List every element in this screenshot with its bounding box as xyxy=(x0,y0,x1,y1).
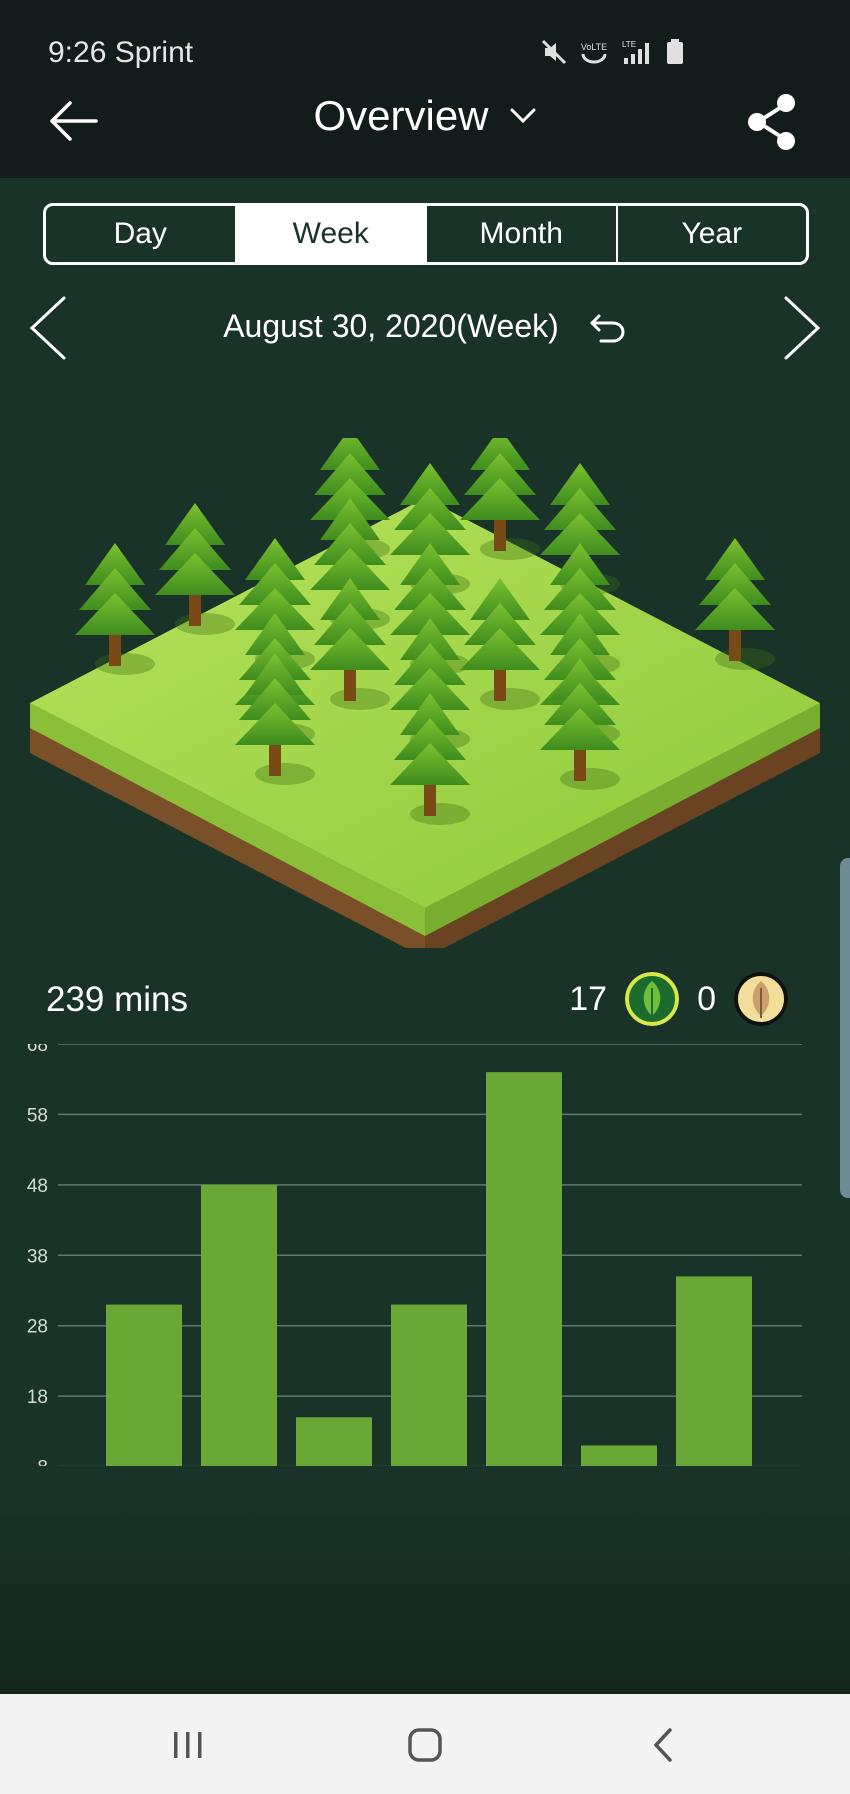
lte-signal-icon: LTE xyxy=(622,40,649,64)
mute-icon xyxy=(541,39,567,65)
bottom-sheet-shadow xyxy=(0,1466,850,1694)
y-tick-label: 18 xyxy=(27,1387,48,1408)
date-label: August 30, 2020(Week) xyxy=(223,308,559,344)
date-navigator: August 30, 2020(Week) xyxy=(0,288,850,368)
tree-counts: 17 0 xyxy=(569,972,788,1026)
tab-month[interactable]: Month xyxy=(425,206,616,262)
forest-illustration xyxy=(30,438,820,948)
total-focus-time: 239 mins xyxy=(46,980,189,1019)
status-bar: 9:26 Sprint VoLTE LTE Overview xyxy=(0,0,850,178)
y-tick-label: 38 xyxy=(27,1246,48,1267)
volte-icon: VoLTE xyxy=(581,42,607,64)
y-tick-label: 48 xyxy=(27,1176,48,1197)
home-button[interactable] xyxy=(395,1720,455,1770)
share-button[interactable] xyxy=(744,92,800,152)
battery-icon xyxy=(667,39,683,64)
healthy-tree-count: 17 xyxy=(569,979,608,1018)
next-period-button[interactable] xyxy=(782,294,822,362)
date-range: August 30, 2020(Week) xyxy=(0,308,850,345)
tab-week[interactable]: Week xyxy=(234,206,425,262)
tree-icon xyxy=(75,543,155,675)
tree-icon xyxy=(155,503,235,635)
status-icons: VoLTE LTE xyxy=(541,38,685,66)
healthy-leaf-icon xyxy=(625,972,680,1026)
status-time: 9:26 Sprint xyxy=(48,36,194,69)
home-icon xyxy=(408,1728,442,1762)
period-tabs: Day Week Month Year xyxy=(43,203,809,265)
withered-leaf-icon xyxy=(734,972,788,1026)
undo-icon[interactable] xyxy=(589,310,627,344)
stats-row: 239 mins 17 0 xyxy=(0,968,850,1038)
svg-text:VoLTE: VoLTE xyxy=(581,42,607,52)
y-tick-label: 28 xyxy=(27,1317,48,1338)
title-dropdown[interactable]: Overview xyxy=(313,92,536,140)
back-icon xyxy=(653,1728,672,1762)
tab-year[interactable]: Year xyxy=(615,206,807,262)
y-tick-label: 58 xyxy=(27,1105,48,1126)
system-navigation-bar xyxy=(0,1694,850,1794)
chevron-down-icon xyxy=(510,108,536,124)
chevron-right-icon xyxy=(784,296,821,360)
title-text: Overview xyxy=(313,92,489,139)
scroll-handle[interactable] xyxy=(840,858,850,1198)
withered-tree-count: 0 xyxy=(697,979,716,1018)
recent-apps-icon xyxy=(174,1732,202,1758)
tab-day[interactable]: Day xyxy=(46,206,235,262)
recent-apps-button[interactable] xyxy=(158,1720,218,1770)
share-icon xyxy=(748,94,795,150)
page-title: Overview xyxy=(0,92,850,140)
y-tick-label: 68 xyxy=(27,1044,48,1056)
svg-text:LTE: LTE xyxy=(622,40,636,49)
system-back-button[interactable] xyxy=(633,1720,693,1770)
